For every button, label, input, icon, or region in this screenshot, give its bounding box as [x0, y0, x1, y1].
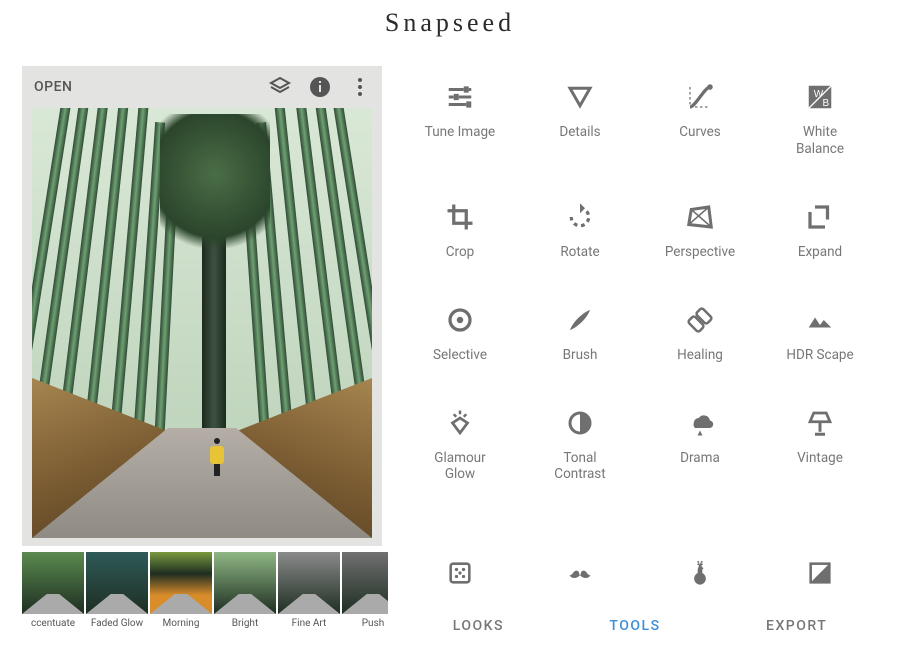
- main-photo[interactable]: [32, 108, 372, 538]
- tool-details[interactable]: Details: [520, 80, 640, 158]
- moustache-icon: [565, 558, 595, 588]
- tools-panel: Tune Image Details Curves WhiteBalance C…: [400, 66, 880, 483]
- tool-selective[interactable]: Selective: [400, 303, 520, 364]
- info-icon[interactable]: [308, 75, 332, 99]
- look-thumbnail: [86, 552, 148, 614]
- look-thumbnail: [214, 552, 276, 614]
- look-bright[interactable]: Bright: [214, 552, 276, 629]
- tool-tune-image[interactable]: Tune Image: [400, 80, 520, 158]
- look-label: Bright: [214, 618, 276, 629]
- tool-label: Healing: [677, 347, 723, 364]
- more-icon[interactable]: [348, 75, 372, 99]
- guitar-icon: [685, 558, 715, 588]
- layers-icon[interactable]: [268, 75, 292, 99]
- tool-glamour-glow[interactable]: GlamourGlow: [400, 406, 520, 484]
- look-thumbnail: [22, 552, 84, 614]
- tab-looks[interactable]: LOOKS: [453, 618, 504, 634]
- look-fine-art[interactable]: Fine Art: [278, 552, 340, 629]
- bottom-tabs: LOOKS TOOLS EXPORT: [400, 618, 880, 634]
- cloud-drop-icon: [683, 406, 717, 440]
- tool-label: TonalContrast: [554, 450, 605, 484]
- tool-label: HDR Scape: [786, 347, 853, 364]
- diamond-shine-icon: [443, 406, 477, 440]
- tool-label: Crop: [446, 244, 475, 261]
- tool-label: Curves: [679, 124, 721, 141]
- brush-icon: [563, 303, 597, 337]
- look-morning[interactable]: Morning: [150, 552, 212, 629]
- look-thumbnail: [342, 552, 388, 614]
- tool-hdr-scape[interactable]: HDR Scape: [760, 303, 880, 364]
- tool-perspective[interactable]: Perspective: [640, 200, 760, 261]
- look-thumbnail: [150, 552, 212, 614]
- tool-rotate[interactable]: Rotate: [520, 200, 640, 261]
- crop-icon: [443, 200, 477, 234]
- tool-label: Vintage: [797, 450, 843, 467]
- look-thumbnail: [278, 552, 340, 614]
- open-button[interactable]: OPEN: [34, 79, 72, 95]
- look-push[interactable]: Push: [342, 552, 388, 629]
- tool-label: Rotate: [560, 244, 599, 261]
- half-circle-icon: [563, 406, 597, 440]
- look-label: Faded Glow: [86, 618, 148, 629]
- dice-icon: [445, 558, 475, 588]
- contrast-square-icon: [805, 558, 835, 588]
- tool-label: GlamourGlow: [434, 450, 485, 484]
- looks-strip[interactable]: ccentuate Faded Glow Morning Bright Fine…: [22, 552, 388, 629]
- app-title: Snapseed: [0, 8, 900, 38]
- sliders-icon: [443, 80, 477, 114]
- tool-drama[interactable]: Drama: [640, 406, 760, 484]
- editor-preview-panel: OPEN: [22, 66, 382, 546]
- tool-tonal-contrast[interactable]: TonalContrast: [520, 406, 640, 484]
- tool-label: Brush: [563, 347, 598, 364]
- look-label: Morning: [150, 618, 212, 629]
- tool-vintage[interactable]: Vintage: [760, 406, 880, 484]
- look-ccentuate[interactable]: ccentuate: [22, 552, 84, 629]
- tool-label: Selective: [433, 347, 487, 364]
- wb-icon: [803, 80, 837, 114]
- tool-label: Expand: [798, 244, 842, 261]
- tool-label: Tune Image: [425, 124, 495, 141]
- look-label: Push: [342, 618, 388, 629]
- tool-label: Perspective: [665, 244, 735, 261]
- tool-label: Drama: [680, 450, 720, 467]
- tool-expand[interactable]: Expand: [760, 200, 880, 261]
- look-label: ccentuate: [22, 618, 84, 629]
- mountains-icon: [803, 303, 837, 337]
- expand-icon: [803, 200, 837, 234]
- tool-bw[interactable]: [760, 558, 880, 588]
- curves-icon: [683, 80, 717, 114]
- tool-grainy-film[interactable]: [400, 558, 520, 588]
- bandaid-icon: [683, 303, 717, 337]
- tab-export[interactable]: EXPORT: [766, 618, 827, 634]
- tool-label: Details: [559, 124, 600, 141]
- look-faded-glow[interactable]: Faded Glow: [86, 552, 148, 629]
- look-label: Fine Art: [278, 618, 340, 629]
- tool-healing[interactable]: Healing: [640, 303, 760, 364]
- tab-tools[interactable]: TOOLS: [609, 618, 660, 634]
- tool-retrolux[interactable]: [520, 558, 640, 588]
- tool-crop[interactable]: Crop: [400, 200, 520, 261]
- target-icon: [443, 303, 477, 337]
- editor-top-bar: OPEN: [22, 66, 382, 108]
- rotate-icon: [563, 200, 597, 234]
- lamp-icon: [803, 406, 837, 440]
- tool-brush[interactable]: Brush: [520, 303, 640, 364]
- tool-white-balance[interactable]: WhiteBalance: [760, 80, 880, 158]
- tool-curves[interactable]: Curves: [640, 80, 760, 158]
- tools-row-extra: [400, 558, 880, 588]
- tool-grunge[interactable]: [640, 558, 760, 588]
- triangle-down-icon: [563, 80, 597, 114]
- tool-label: WhiteBalance: [796, 124, 844, 158]
- perspective-icon: [683, 200, 717, 234]
